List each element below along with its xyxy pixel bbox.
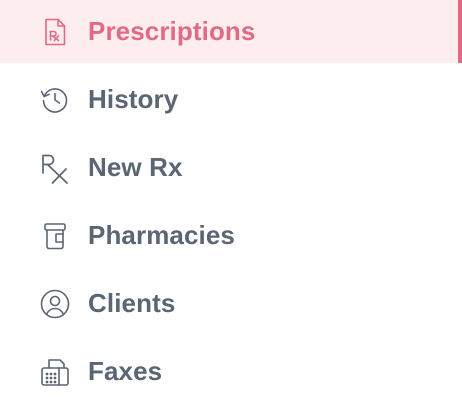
- sidebar-item-label: Pharmacies: [88, 220, 235, 250]
- sidebar-item-faxes[interactable]: Faxes: [0, 340, 462, 400]
- sidebar-item-label: Faxes: [88, 356, 163, 386]
- sidebar-item-label: New Rx: [88, 152, 183, 182]
- sidebar-item-label: History: [88, 84, 179, 114]
- sidebar-item-new-rx[interactable]: New Rx: [0, 136, 462, 199]
- sidebar-item-prescriptions[interactable]: Prescriptions: [0, 0, 462, 63]
- sidebar-item-history[interactable]: History: [0, 68, 462, 131]
- sidebar-item-pharmacies[interactable]: Pharmacies: [0, 204, 462, 267]
- pill-bottle-icon: [39, 220, 71, 252]
- sidebar-item-label: Prescriptions: [88, 16, 256, 46]
- rx-icon: [39, 152, 71, 184]
- user-circle-icon: [39, 288, 71, 320]
- history-icon: [39, 84, 71, 116]
- fax-icon: [39, 356, 71, 388]
- sidebar-item-label: Clients: [88, 288, 176, 318]
- sidebar-item-clients[interactable]: Clients: [0, 272, 462, 335]
- prescription-doc-icon: [39, 16, 71, 48]
- sidebar-nav: Prescriptions History New Rx Pharmacies …: [0, 0, 462, 400]
